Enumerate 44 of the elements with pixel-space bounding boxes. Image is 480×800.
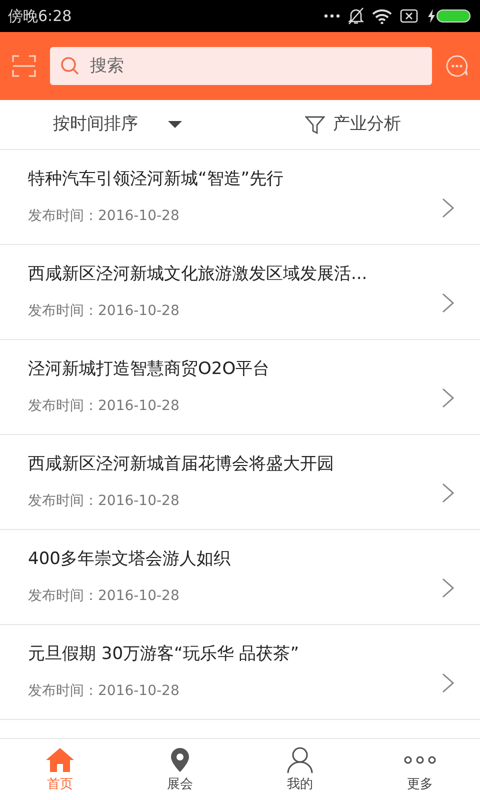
chevron-icon [442,198,454,218]
home-icon [45,747,75,773]
news-title: 泾河新城打造智慧商贸O2O平台 [28,358,271,381]
news-item[interactable]: 400多年崇文塔会游人如织 发布时间：2016-10-28 [0,530,480,625]
chevron-icon [442,673,454,693]
news-item[interactable]: 西咸新区泾河新城首届花博会将盛大开园 发布时间：2016-10-28 [0,435,480,530]
analysis-link[interactable]: 产业分析 [333,112,401,138]
news-item[interactable]: 特种汽车引领泾河新城“智造”先行 发布时间：2016-10-28 [0,150,480,245]
chevron-icon [442,483,454,503]
news-title: 特种汽车引领泾河新城“智造”先行 [28,168,285,191]
search-field[interactable]: 搜索 [50,47,432,85]
tab-button[interactable]: 更多 [360,739,480,800]
news-title: 西咸新区泾河新城首届花博会将盛大开园 [28,452,335,476]
news-date: 发布时间：2016-10-28 [28,587,180,606]
status-time: 傍晚6:28 [8,6,72,27]
news-item[interactable]: 元旦假期 30万游客“玩乐华 品茯茶” 发布时间：2016-10-28 [0,625,480,720]
chevron-icon [442,388,454,408]
caret-icon[interactable] [168,120,182,128]
news-title: 元旦假期 30万游客“玩乐华 品茯茶” [28,642,300,666]
bell-muted-icon [348,7,364,25]
chevron-icon [442,578,454,598]
sim-icon [400,9,418,23]
news-date: 发布时间：2016-10-28 [28,682,180,702]
pin-icon [170,747,190,773]
sort-dropdown[interactable]: 按时间排序 [53,112,138,138]
news-title: 西咸新区泾河新城文化旅游激发区域发展活... [28,262,368,286]
news-date: 发布时间：2016-10-28 [28,302,180,322]
scan-icon[interactable] [12,55,36,77]
news-item[interactable]: 西咸新区泾河新城文化旅游激发区域发展活... 发布时间：2016-10-28 [0,245,480,340]
battery-icon [426,9,472,23]
more-icon [324,14,340,18]
wifi-icon [372,8,392,24]
more-icon [403,755,437,765]
tab-button[interactable]: 我的 [240,739,360,800]
filter-icon [305,114,325,134]
chevron-icon [442,293,454,313]
news-item[interactable]: 泾河新城打造智慧商贸O2O平台 发布时间：2016-10-28 [0,340,480,435]
news-date: 发布时间：2016-10-28 [28,492,180,512]
chat-icon[interactable] [446,55,468,77]
news-title: 400多年崇文塔会游人如织 [28,548,232,571]
news-date: 发布时间：2016-10-28 [28,397,180,416]
tab-button[interactable]: 展会 [120,739,240,800]
person-icon [286,746,314,774]
news-date: 发布时间：2016-10-28 [28,207,180,226]
